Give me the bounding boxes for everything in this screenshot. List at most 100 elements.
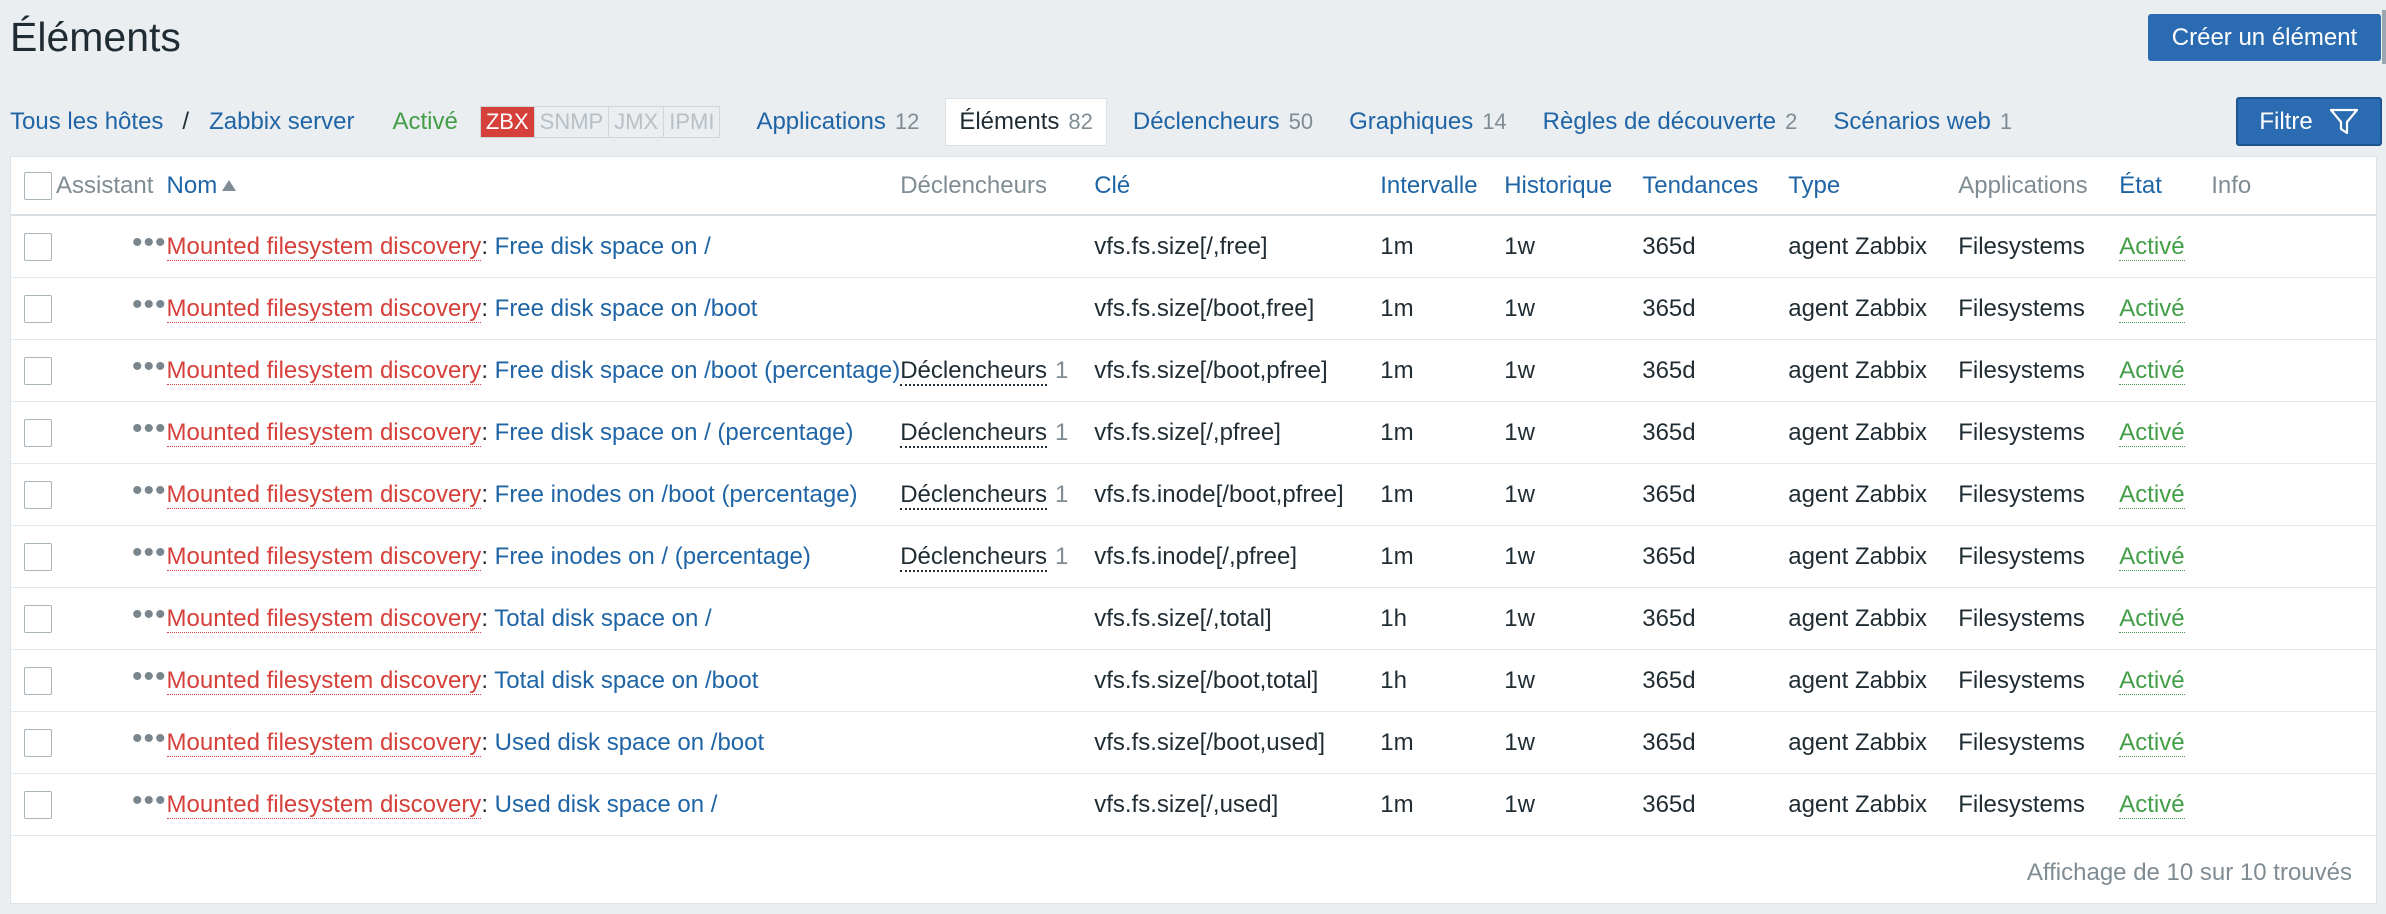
host-status[interactable]: Activé (392, 108, 457, 136)
row-checkbox[interactable] (24, 542, 52, 571)
triggers-link[interactable]: Déclencheurs (900, 356, 1047, 386)
table-row: ••• Mounted filesystem discovery: Free di… (11, 215, 2376, 278)
discovery-rule-link[interactable]: Mounted filesystem discovery (166, 294, 482, 323)
row-checkbox[interactable] (24, 294, 52, 323)
status-toggle[interactable]: Activé (2119, 480, 2185, 509)
cell-select (11, 339, 56, 402)
row-checkbox[interactable] (24, 232, 52, 261)
ellipsis-icon[interactable]: ••• (132, 660, 167, 693)
item-name-link[interactable]: Total disk space on / (494, 605, 711, 632)
breadcrumb-host[interactable]: Zabbix server (209, 108, 354, 136)
row-checkbox[interactable] (24, 790, 52, 819)
item-name-link[interactable]: Free inodes on / (percentage) (495, 543, 811, 570)
cell-state: Activé (2119, 277, 2212, 340)
ellipsis-icon[interactable]: ••• (132, 350, 167, 383)
header-state[interactable]: État (2119, 157, 2212, 216)
item-name-link[interactable]: Total disk space on /boot (494, 667, 758, 694)
row-checkbox[interactable] (24, 728, 52, 757)
cell-name: Mounted filesystem discovery: Free inode… (166, 525, 901, 588)
cell-history: 1w (1504, 277, 1643, 340)
ellipsis-icon[interactable]: ••• (132, 784, 167, 817)
ellipsis-icon[interactable]: ••• (132, 226, 167, 259)
item-name-link[interactable]: Used disk space on /boot (495, 729, 765, 756)
ellipsis-icon[interactable]: ••• (132, 474, 167, 507)
cell-name: Mounted filesystem discovery: Free inode… (166, 463, 901, 526)
discovery-rule-link[interactable]: Mounted filesystem discovery (166, 418, 482, 447)
status-toggle[interactable]: Activé (2119, 666, 2185, 695)
discovery-rule-link[interactable]: Mounted filesystem discovery (166, 542, 482, 571)
status-toggle[interactable]: Activé (2119, 542, 2185, 571)
discovery-rule-link[interactable]: Mounted filesystem discovery (166, 604, 482, 633)
name-separator: : (481, 294, 495, 322)
status-toggle[interactable]: Activé (2119, 232, 2185, 261)
breadcrumb-separator: / (182, 108, 190, 135)
cell-assistant: ••• (56, 215, 167, 278)
row-checkbox[interactable] (24, 666, 52, 695)
triggers-link[interactable]: Déclencheurs (900, 542, 1047, 572)
triggers-link[interactable]: Déclencheurs (900, 418, 1047, 448)
cell-applications: Filesystems (1958, 215, 2120, 278)
status-toggle[interactable]: Activé (2119, 790, 2185, 819)
header-type[interactable]: Type (1788, 157, 1959, 216)
tab-web-scenarios[interactable]: Scénarios web 1 (1833, 108, 2012, 136)
cell-key: vfs.fs.size[/,pfree] (1094, 401, 1381, 464)
select-all-checkbox[interactable] (24, 171, 52, 200)
tab-applications[interactable]: Applications 12 (756, 108, 919, 136)
cell-info (2211, 277, 2376, 340)
ellipsis-icon[interactable]: ••• (132, 412, 167, 445)
status-toggle[interactable]: Activé (2119, 728, 2185, 757)
header-assistant: Assistant (56, 157, 167, 216)
discovery-rule-link[interactable]: Mounted filesystem discovery (166, 790, 482, 819)
breadcrumb-all-hosts[interactable]: Tous les hôtes (10, 108, 163, 136)
row-checkbox[interactable] (24, 480, 52, 509)
discovery-rule-link[interactable]: Mounted filesystem discovery (166, 232, 482, 261)
cell-triggers: Déclencheurs 1 (900, 339, 1095, 402)
item-name-link[interactable]: Free disk space on / (percentage) (495, 419, 854, 446)
row-checkbox[interactable] (24, 356, 52, 385)
header-interval[interactable]: Intervalle (1380, 157, 1505, 216)
cell-key: vfs.fs.size[/,total] (1094, 587, 1381, 650)
tab-graphs[interactable]: Graphiques 14 (1349, 108, 1507, 136)
ellipsis-icon[interactable]: ••• (132, 598, 167, 631)
status-toggle[interactable]: Activé (2119, 604, 2185, 633)
filter-button[interactable]: Filtre (2236, 97, 2382, 146)
discovery-rule-link[interactable]: Mounted filesystem discovery (166, 728, 482, 757)
create-item-button[interactable]: Créer un élément (2148, 14, 2381, 61)
discovery-rule-link[interactable]: Mounted filesystem discovery (166, 666, 482, 695)
availability-indicators: ZBX SNMP JMX IPMI (479, 106, 721, 138)
status-toggle[interactable]: Activé (2119, 294, 2185, 323)
item-name-link[interactable]: Free disk space on /boot (495, 295, 758, 322)
item-name-link[interactable]: Free disk space on /boot (percentage) (495, 357, 901, 384)
item-name-link[interactable]: Free disk space on / (495, 233, 711, 260)
item-name-link[interactable]: Used disk space on / (495, 791, 718, 818)
discovery-rule-link[interactable]: Mounted filesystem discovery (166, 356, 482, 385)
header-history[interactable]: Historique (1504, 157, 1643, 216)
header-name[interactable]: Nom (166, 157, 901, 216)
header-key[interactable]: Clé (1094, 157, 1381, 216)
cell-history: 1w (1504, 773, 1643, 836)
tab-items[interactable]: Éléments 82 (945, 98, 1107, 146)
cell-trends: 365d (1642, 649, 1789, 712)
cell-select (11, 277, 56, 340)
item-name-link[interactable]: Free inodes on /boot (percentage) (495, 481, 858, 508)
cell-key: vfs.fs.size[/boot,pfree] (1094, 339, 1381, 402)
table-row: ••• Mounted filesystem discovery: Used di… (11, 773, 2376, 836)
discovery-rule-link[interactable]: Mounted filesystem discovery (166, 480, 482, 509)
row-checkbox[interactable] (24, 604, 52, 633)
tab-discovery-rules[interactable]: Règles de découverte 2 (1543, 108, 1798, 136)
cell-key: vfs.fs.inode[/,pfree] (1094, 525, 1381, 588)
ellipsis-icon[interactable]: ••• (132, 722, 167, 755)
ellipsis-icon[interactable]: ••• (132, 288, 167, 321)
cell-trends: 365d (1642, 525, 1789, 588)
status-toggle[interactable]: Activé (2119, 418, 2185, 447)
status-toggle[interactable]: Activé (2119, 356, 2185, 385)
tab-triggers[interactable]: Déclencheurs 50 (1133, 108, 1313, 136)
row-checkbox[interactable] (24, 418, 52, 447)
ellipsis-icon[interactable]: ••• (132, 536, 167, 569)
triggers-link[interactable]: Déclencheurs (900, 480, 1047, 510)
header-trends[interactable]: Tendances (1642, 157, 1789, 216)
cell-type: agent Zabbix (1788, 649, 1959, 712)
cell-type: agent Zabbix (1788, 463, 1959, 526)
cell-info (2211, 401, 2376, 464)
cell-trends: 365d (1642, 773, 1789, 836)
